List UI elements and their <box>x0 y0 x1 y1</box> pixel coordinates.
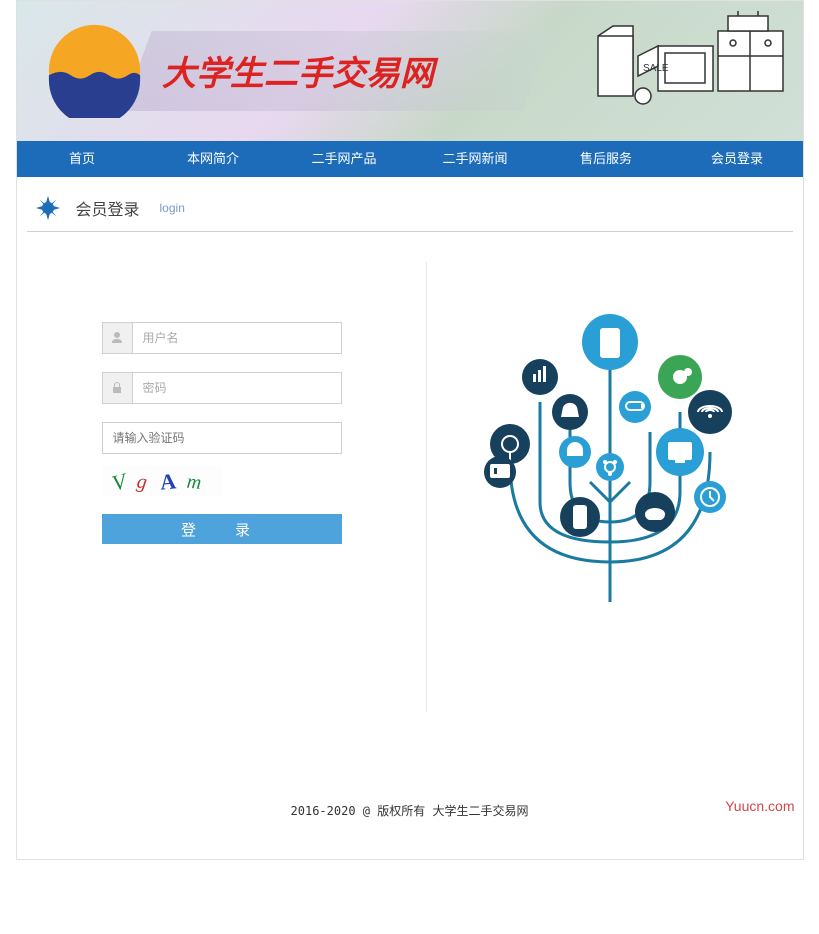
nav-news[interactable]: 二手网新闻 <box>410 141 541 177</box>
svg-text:g: g <box>135 470 148 493</box>
svg-text:m: m <box>185 471 202 494</box>
section-header: 会员登录 login <box>27 177 793 232</box>
username-group <box>102 322 342 354</box>
section-title: 会员登录 <box>76 196 140 220</box>
star-burst-icon <box>35 195 61 221</box>
captcha-image[interactable]: V g A m <box>102 466 222 496</box>
svg-text:A: A <box>158 468 176 494</box>
user-icon <box>102 322 132 354</box>
main-nav: 首页 本网简介 二手网产品 二手网新闻 售后服务 会员登录 <box>17 141 803 177</box>
svg-text:V: V <box>109 468 131 496</box>
login-button[interactable]: 登 录 <box>102 514 342 544</box>
site-logo-icon <box>47 23 142 118</box>
banner: 大学生二手交易网 SALE <box>17 1 803 141</box>
password-group <box>102 372 342 404</box>
svg-text:大学生二手交易网: 大学生二手交易网 <box>162 55 439 93</box>
login-form: V g A m 登 录 <box>27 262 427 712</box>
captcha-input[interactable] <box>102 422 342 454</box>
footer-copyright: 2016-2020 @ 版权所有 大学生二手交易网 <box>17 742 803 859</box>
content: 会员登录 login <box>17 177 803 742</box>
main-row: V g A m 登 录 <box>27 262 793 712</box>
tech-tree-icon <box>480 302 740 602</box>
svg-text:SALE: SALE <box>643 63 669 74</box>
illustration-column <box>427 262 793 712</box>
username-input[interactable] <box>132 322 342 354</box>
nav-home[interactable]: 首页 <box>17 141 148 177</box>
nav-login[interactable]: 会员登录 <box>672 141 803 177</box>
lock-icon <box>102 372 132 404</box>
nav-service[interactable]: 售后服务 <box>541 141 672 177</box>
site-title: 大学生二手交易网 <box>162 51 492 104</box>
password-input[interactable] <box>132 372 342 404</box>
section-subtitle: login <box>160 201 185 215</box>
banner-illustration-icon: SALE <box>583 11 793 131</box>
watermark: Yuucn.com <box>725 798 794 814</box>
page-container: 大学生二手交易网 SALE <box>16 0 804 860</box>
nav-products[interactable]: 二手网产品 <box>279 141 410 177</box>
nav-about[interactable]: 本网简介 <box>148 141 279 177</box>
